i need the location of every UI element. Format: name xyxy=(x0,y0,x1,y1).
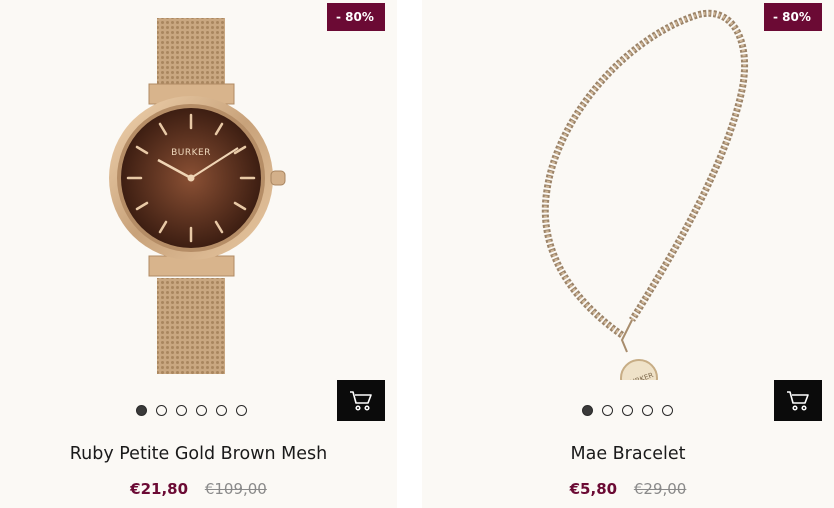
carousel-dot[interactable] xyxy=(236,405,247,416)
shopping-cart-icon xyxy=(350,390,372,411)
carousel-dot[interactable] xyxy=(176,405,187,416)
svg-text:BURKER: BURKER xyxy=(171,148,211,158)
carousel-dot[interactable] xyxy=(602,405,613,416)
product-title[interactable]: Ruby Petite Gold Brown Mesh xyxy=(0,444,397,464)
carousel-dot[interactable] xyxy=(642,405,653,416)
carousel-dot[interactable] xyxy=(216,405,227,416)
price-row: €5,80 €29,00 xyxy=(422,480,834,498)
sale-price: €5,80 xyxy=(569,480,618,498)
product-image-watch[interactable]: BURKER xyxy=(0,0,397,380)
sale-price: €21,80 xyxy=(130,480,189,498)
add-to-cart-button[interactable] xyxy=(774,380,822,421)
product-title[interactable]: Mae Bracelet xyxy=(422,444,834,464)
original-price: €109,00 xyxy=(204,480,267,498)
image-carousel-dots xyxy=(582,405,673,416)
product-card-mae-bracelet[interactable]: BURKER - 80% Mae Bracelet €5,80 €29,00 xyxy=(422,0,834,508)
carousel-dot[interactable] xyxy=(196,405,207,416)
discount-badge: - 80% xyxy=(764,3,822,31)
carousel-dot[interactable] xyxy=(156,405,167,416)
original-price: €29,00 xyxy=(633,480,687,498)
price-row: €21,80 €109,00 xyxy=(0,480,397,498)
discount-badge: - 80% xyxy=(327,3,385,31)
carousel-dot[interactable] xyxy=(662,405,673,416)
add-to-cart-button[interactable] xyxy=(337,380,385,421)
carousel-dot[interactable] xyxy=(136,405,147,416)
image-carousel-dots xyxy=(136,405,247,416)
carousel-dot[interactable] xyxy=(622,405,633,416)
product-image-bracelet[interactable]: BURKER xyxy=(422,0,834,380)
shopping-cart-icon xyxy=(787,390,809,411)
carousel-dot[interactable] xyxy=(582,405,593,416)
product-card-ruby-petite[interactable]: BURKER - 80% Ruby Petite Gold Brown Mesh… xyxy=(0,0,397,508)
